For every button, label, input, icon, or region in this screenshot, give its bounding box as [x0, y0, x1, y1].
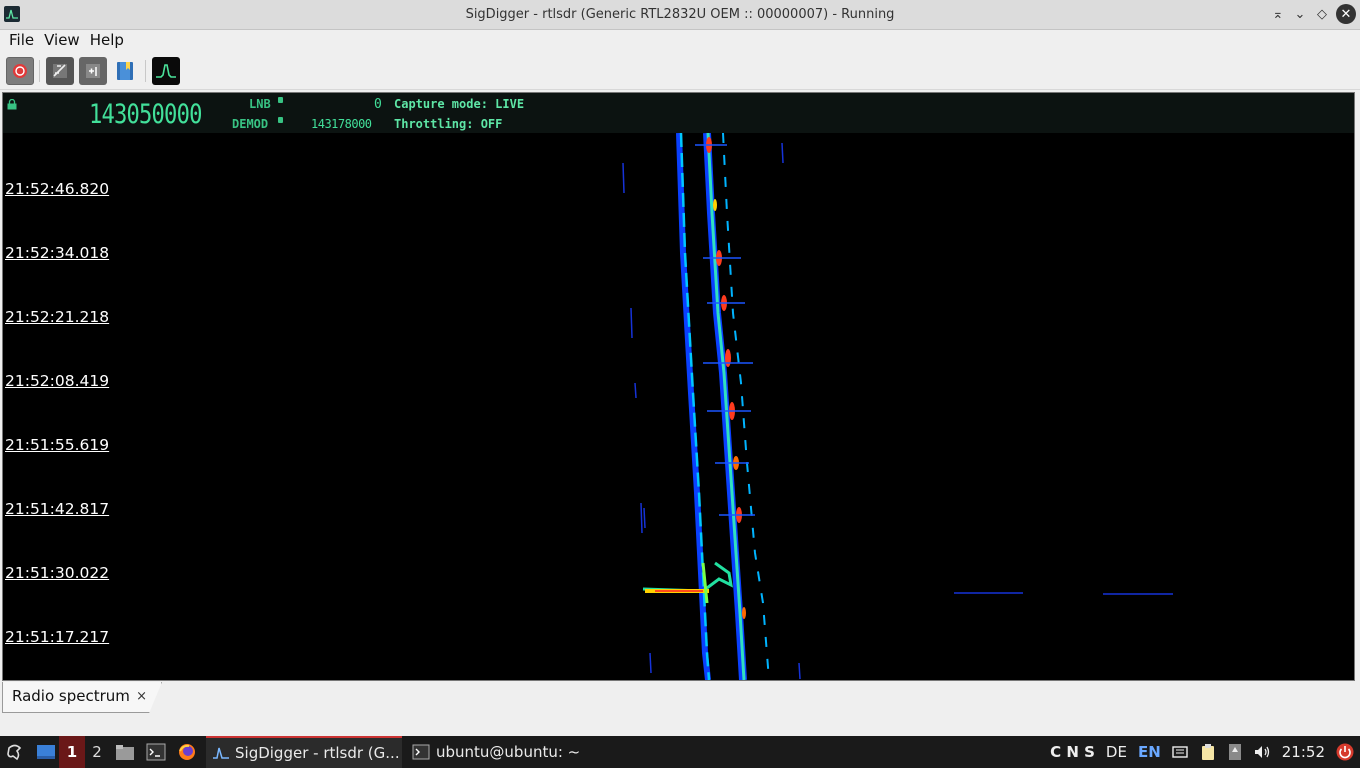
throttling-status: Throttling: OFF	[394, 117, 503, 131]
firefox-icon	[179, 744, 195, 760]
close-icon[interactable]: ✕	[1336, 4, 1356, 24]
workspace-1[interactable]: 1	[59, 736, 85, 768]
close-tab-icon[interactable]: ×	[136, 682, 147, 711]
minimize-icon[interactable]: ⌄	[1292, 4, 1308, 24]
settings-icon	[53, 64, 67, 78]
record-icon	[13, 64, 27, 78]
demod-lock-icon[interactable]	[278, 117, 283, 123]
lnb-label: LNB	[249, 97, 271, 111]
keyboard-layout-en[interactable]: EN	[1138, 743, 1161, 761]
window-title: SigDigger - rtlsdr (Generic RTL2832U OEM…	[465, 7, 895, 22]
tab-bar: Radio spectrum ×	[0, 682, 1360, 736]
clock[interactable]: 21:52	[1282, 743, 1325, 761]
timestamp-label: 21:52:34.018	[5, 244, 110, 262]
menu-help[interactable]: Help	[85, 30, 129, 52]
sigdigger-task-icon	[213, 747, 229, 759]
lnb-lock-icon[interactable]	[278, 97, 283, 103]
terminal-launcher[interactable]	[145, 736, 167, 768]
power-icon[interactable]	[1336, 743, 1354, 761]
workspace-2[interactable]: 2	[86, 736, 108, 768]
start-menu-icon	[7, 744, 22, 761]
task-sigdigger-label: SigDigger - rtlsdr (G...	[235, 744, 400, 762]
terminal-task-icon	[412, 744, 430, 760]
timestamp-label: 21:52:46.820	[5, 180, 110, 198]
waterfall-display[interactable]: 21:52:46.820 21:52:34.018 21:52:21.218 2…	[3, 133, 1354, 680]
system-taskbar: 1 2 SigDigger - rtlsdr (G... ubuntu@ubun…	[0, 736, 1360, 768]
menu-view[interactable]: View	[39, 30, 85, 52]
window-titlebar: SigDigger - rtlsdr (Generic RTL2832U OEM…	[0, 0, 1360, 30]
bookmark-icon	[117, 62, 133, 80]
add-source-icon	[86, 64, 100, 78]
keyboard-icon[interactable]	[1172, 745, 1188, 759]
lock-keys-indicator: C N S	[1050, 743, 1095, 761]
settings-button[interactable]	[46, 57, 74, 85]
waterfall-graphic	[622, 133, 1173, 680]
timestamp-label: 21:51:17.217	[5, 628, 110, 646]
spectrum-icon	[156, 64, 176, 78]
terminal-icon	[146, 743, 166, 761]
keep-above-icon[interactable]: ⌅	[1270, 4, 1286, 24]
firefox-launcher[interactable]	[176, 736, 198, 768]
volume-icon[interactable]	[1253, 744, 1271, 760]
tab-radio-spectrum[interactable]: Radio spectrum ×	[2, 682, 162, 713]
timestamp-label: 21:52:21.218	[5, 308, 110, 326]
clipboard-icon[interactable]	[1199, 743, 1217, 761]
timestamp-label: 21:51:42.817	[5, 500, 110, 518]
task-terminal[interactable]: ubuntu@ubuntu: ~	[408, 736, 608, 768]
menu-file[interactable]: File	[4, 30, 39, 52]
add-source-button[interactable]	[79, 57, 107, 85]
frequency-header: 143050000 LNB 0 DEMOD 143178000 Capture …	[3, 93, 1354, 133]
spectrum-button[interactable]	[152, 57, 180, 85]
demod-value[interactable]: 143178000	[311, 117, 372, 131]
demod-label: DEMOD	[232, 117, 269, 131]
task-terminal-label: ubuntu@ubuntu: ~	[436, 743, 581, 761]
lnb-value[interactable]: 0	[374, 97, 382, 112]
tab-label: Radio spectrum	[12, 687, 130, 705]
center-frequency-display[interactable]: 143050000	[89, 99, 202, 130]
file-manager-launcher[interactable]	[114, 736, 136, 768]
timestamp-label: 21:51:30.022	[5, 564, 110, 582]
lock-icon[interactable]	[7, 99, 17, 110]
timestamp-label: 21:52:08.419	[5, 372, 110, 390]
start-menu-button[interactable]	[4, 736, 26, 768]
keyboard-layout-de[interactable]: DE	[1106, 743, 1127, 761]
capture-mode-status: Capture mode: LIVE	[394, 97, 525, 111]
desktop-icon	[37, 745, 55, 759]
folder-icon	[116, 745, 134, 760]
system-tray: C N S DE EN 21:52	[1050, 736, 1360, 768]
toolbar	[0, 52, 1360, 90]
show-desktop-button[interactable]	[34, 736, 58, 768]
usb-device-icon[interactable]	[1228, 743, 1242, 761]
timestamp-label: 21:51:55.619	[5, 436, 110, 454]
record-button[interactable]	[6, 57, 34, 85]
maximize-icon[interactable]: ◇	[1314, 4, 1330, 24]
bookmark-button[interactable]	[111, 57, 139, 85]
spectrum-panel: 143050000 LNB 0 DEMOD 143178000 Capture …	[2, 92, 1355, 681]
menu-bar: File View Help	[0, 30, 1360, 52]
task-sigdigger[interactable]: SigDigger - rtlsdr (G...	[206, 736, 402, 768]
